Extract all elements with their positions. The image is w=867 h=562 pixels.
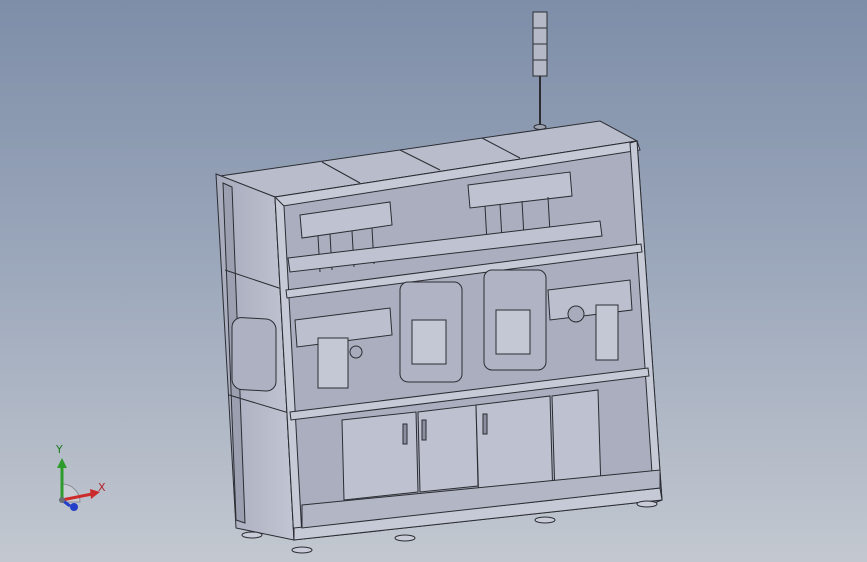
- coordinate-triad: [57, 458, 100, 511]
- signal-tower: [532, 11, 548, 130]
- x-axis-label: X: [98, 481, 106, 494]
- graphics-viewport[interactable]: Y X: [0, 0, 867, 562]
- machine-cabinet-model[interactable]: [0, 0, 867, 562]
- y-axis-label: Y: [56, 443, 63, 456]
